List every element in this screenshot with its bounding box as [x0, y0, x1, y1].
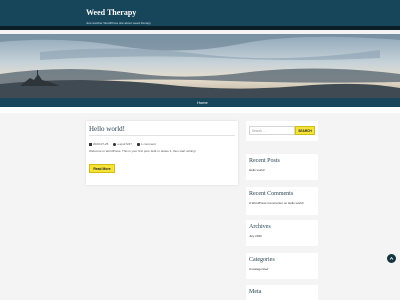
- recent-post-link[interactable]: Hello world!: [249, 168, 265, 172]
- post-excerpt: Welcome to WordPress. This is your first…: [89, 149, 196, 153]
- post-author: u-spot7227: [113, 142, 132, 146]
- widget-title: Recent Comments: [249, 191, 294, 197]
- recent-comment-link[interactable]: A WordPress Commenter on Hello world!: [249, 201, 304, 205]
- calendar-icon: [89, 142, 92, 146]
- primary-nav: Home: [0, 98, 400, 107]
- post-comments: 1 comment: [137, 142, 156, 146]
- post-card: Hello world! 2020-07-25 u-spot7227 1 com…: [86, 121, 238, 185]
- site-title[interactable]: Weed Therapy: [86, 8, 136, 17]
- archive-link[interactable]: July 2020: [249, 234, 262, 238]
- scroll-to-top-button[interactable]: [387, 254, 396, 263]
- post-comments-text[interactable]: 1 comment: [141, 142, 156, 146]
- category-link[interactable]: Uncategorized: [249, 267, 268, 271]
- site-tagline: Just another WordPress site about weed t…: [86, 21, 151, 25]
- widget-title: Categories: [249, 257, 275, 263]
- post-divider: [89, 135, 235, 136]
- post-title[interactable]: Hello world!: [89, 125, 125, 133]
- widget-title: Archives: [249, 224, 271, 230]
- chevron-up-icon: [389, 256, 394, 260]
- archives-widget: Archives July 2020: [246, 220, 318, 246]
- search-widget: Search ... SEARCH: [246, 121, 318, 141]
- categories-widget: Categories Uncategorized: [246, 253, 318, 279]
- widget-title: Meta: [249, 289, 262, 295]
- site-header: Weed Therapy Just another WordPress site…: [0, 0, 400, 30]
- read-more-button[interactable]: Read More: [89, 164, 115, 173]
- header-image: [0, 34, 400, 98]
- nav-divider: [0, 107, 400, 113]
- recent-posts-widget: Recent Posts Hello world!: [246, 154, 318, 180]
- sunset-clouds-illustration: [0, 34, 400, 98]
- nav-item-home[interactable]: Home: [197, 100, 208, 105]
- widget-title: Recent Posts: [249, 158, 280, 164]
- post-date: 2020-07-25: [89, 142, 108, 146]
- post-author-text[interactable]: u-spot7227: [117, 142, 132, 146]
- user-icon: [113, 142, 116, 146]
- search-button[interactable]: SEARCH: [295, 126, 315, 135]
- meta-widget: Meta: [246, 285, 318, 300]
- search-input[interactable]: Search ...: [249, 126, 295, 135]
- recent-comments-widget: Recent Comments A WordPress Commenter on…: [246, 187, 318, 215]
- post-date-text[interactable]: 2020-07-25: [93, 142, 108, 146]
- comment-icon: [137, 142, 140, 146]
